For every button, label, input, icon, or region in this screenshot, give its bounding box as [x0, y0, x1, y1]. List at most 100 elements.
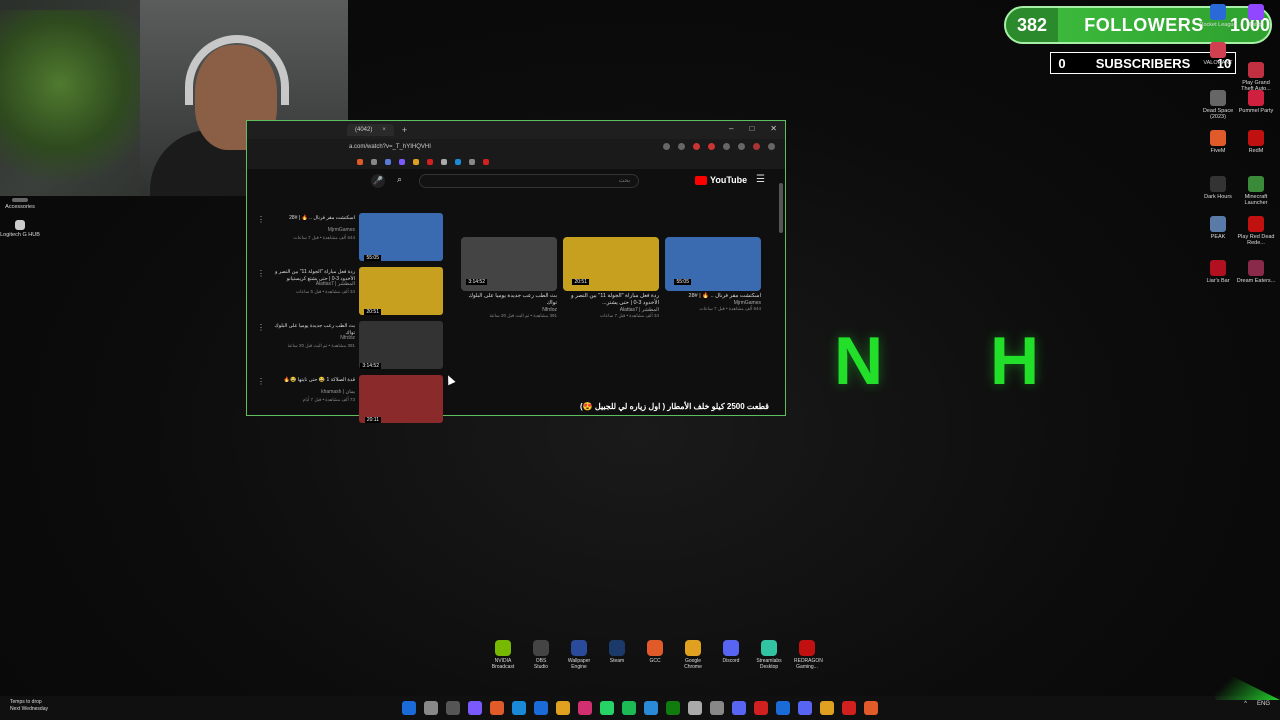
dock-item-discord[interactable]: Discord: [718, 640, 744, 670]
desktop-icon-pummel-party[interactable]: Pummel Party: [1236, 90, 1276, 114]
desktop-icon-fivem[interactable]: FiveM: [1198, 130, 1238, 154]
hamburger-menu-icon[interactable]: ☰: [756, 174, 765, 185]
kebab-menu-icon[interactable]: [768, 143, 775, 150]
video-title[interactable]: قدة الصلاكة 1 😂 حتى نايتها 😂🔥: [269, 377, 355, 384]
video-card[interactable]: 3:14:52 بث الطب رعب جديدة يوميا على البلو…: [461, 237, 557, 319]
microphone-icon[interactable]: 🎤: [371, 174, 385, 188]
desktop-icon-dead-space[interactable]: Dead Space (2023): [1198, 90, 1238, 120]
desktop-icon-valorant[interactable]: VALORANT: [1198, 42, 1238, 66]
desktop-icon-rdr[interactable]: Play Red Dead Rede...: [1236, 216, 1276, 246]
desktop-icon-gta[interactable]: Play Grand Theft Auto...: [1236, 62, 1276, 92]
taskbar-app-icon[interactable]: [490, 701, 504, 715]
taskbar-app-icon[interactable]: [732, 701, 746, 715]
bookmark-icon[interactable]: [385, 159, 391, 165]
video-thumbnail[interactable]: [359, 213, 443, 261]
browser-window[interactable]: (4042) × + – □ ✕ a.com/watch?v=_T_hYIHQV…: [246, 120, 786, 423]
bookmark-icon[interactable]: [371, 159, 377, 165]
recommended-video-item[interactable]: ⋮ 20:51 ردة فعل مباراة "الجولة 11" بين الن…: [253, 267, 443, 321]
taskbar-app-icon[interactable]: [468, 701, 482, 715]
more-options-icon[interactable]: ⋮: [257, 269, 265, 278]
desktop-icon-peak[interactable]: PEAK: [1198, 216, 1238, 240]
extension-icon[interactable]: [663, 143, 670, 150]
bookmark-icon[interactable]: [469, 159, 475, 165]
desktop-icon-logitech[interactable]: Logitech G HUB: [0, 220, 40, 238]
youtube-logo[interactable]: YouTube: [695, 175, 747, 185]
url-text[interactable]: a.com/watch?v=_T_hYIHQVHI: [349, 144, 431, 150]
desktop-icon-twitch[interactable]: Twitch: [1236, 4, 1276, 28]
desktop-icon-rocket-league[interactable]: Rocket League: [1198, 4, 1238, 28]
current-video-title[interactable]: قطعت 2500 كيلو خلف الأمطار ( اول زياره ل…: [580, 402, 769, 411]
dock-item-streamlabs[interactable]: Streamlabs Desktop: [756, 640, 782, 670]
more-options-icon[interactable]: ⋮: [257, 377, 265, 386]
minimize-icon[interactable]: –: [729, 124, 733, 133]
bookmark-icon[interactable]: [357, 159, 363, 165]
taskbar-app-icon[interactable]: [820, 701, 834, 715]
maximize-icon[interactable]: □: [749, 124, 754, 133]
address-bar[interactable]: a.com/watch?v=_T_hYIHQVHI: [247, 139, 785, 155]
desktop-icon-dark-hours[interactable]: Dark Hours: [1198, 176, 1238, 200]
video-title[interactable]: ردة فعل مباراة "الجولة 11" بين النصر و ا…: [563, 293, 659, 307]
extension-icon[interactable]: [708, 143, 715, 150]
video-title[interactable]: بث الطب رعب جديدة يوميا على البلوك تواك: [461, 293, 557, 307]
close-tab-icon[interactable]: ×: [382, 127, 386, 133]
more-options-icon[interactable]: ⋮: [257, 323, 265, 332]
dock-item-wallpaper-engine[interactable]: Wallpaper Engine: [566, 640, 592, 670]
taskbar-app-icon[interactable]: [446, 701, 460, 715]
dock-item-redragon[interactable]: REDRAGON Gaming...: [794, 640, 823, 670]
dock-item-nvidia[interactable]: NVIDIA Broadcast: [490, 640, 516, 670]
extension-icon[interactable]: [693, 143, 700, 150]
taskbar-app-icon[interactable]: [512, 701, 526, 715]
chevron-up-icon[interactable]: ^: [1244, 701, 1247, 707]
bookmark-icon[interactable]: [413, 159, 419, 165]
taskbar-app-icon[interactable]: [688, 701, 702, 715]
taskbar-app-icon[interactable]: [798, 701, 812, 715]
extension-icon[interactable]: [723, 143, 730, 150]
bookmark-icon[interactable]: [483, 159, 489, 165]
taskbar-app-icon[interactable]: [842, 701, 856, 715]
channel-name[interactable]: khamash | يمان: [269, 389, 355, 395]
taskbar-app-icon[interactable]: [666, 701, 680, 715]
desktop-icon-dream-eaters[interactable]: Dream Eaters...: [1236, 260, 1276, 284]
video-card[interactable]: 55:05 اسكتشت مقر فرنال .. 🔥 | #28 MjrmGame…: [665, 237, 761, 312]
bookmark-icon[interactable]: [441, 159, 447, 165]
bookmark-icon[interactable]: [399, 159, 405, 165]
taskbar-app-icon[interactable]: [754, 701, 768, 715]
puzzle-icon[interactable]: [738, 143, 745, 150]
channel-name[interactable]: Alattas7 | المطشر: [269, 281, 355, 287]
video-thumbnail[interactable]: [359, 267, 443, 315]
dock-item-gcc[interactable]: GCC: [642, 640, 668, 670]
desktop-icon-minecraft[interactable]: Minecraft Launcher: [1236, 176, 1276, 206]
youtube-search-input[interactable]: بحث: [419, 174, 639, 188]
taskbar-app-icon[interactable]: [402, 701, 416, 715]
desktop-icon-liars-bar[interactable]: Liar's Bar: [1198, 260, 1238, 284]
desktop-icon-accessories[interactable]: Accessories: [0, 198, 40, 210]
taskbar-app-icon[interactable]: [776, 701, 790, 715]
profile-icon[interactable]: [753, 143, 760, 150]
weather-widget[interactable]: Temps to drop Next Wednesday: [10, 699, 48, 712]
taskbar-app-icon[interactable]: [710, 701, 724, 715]
taskbar-app-icon[interactable]: [864, 701, 878, 715]
video-title[interactable]: اسكتشت مقر فرنال .. 🔥 | #28: [269, 215, 355, 222]
recommended-video-item[interactable]: ⋮ 3:14:52 بث الطب رعب جديدة يوميا على البل…: [253, 321, 443, 375]
star-icon[interactable]: [678, 143, 685, 150]
channel-name[interactable]: MjrmGames: [269, 227, 355, 233]
bookmark-icon[interactable]: [427, 159, 433, 165]
search-icon[interactable]: ⌕: [397, 174, 411, 188]
video-thumbnail[interactable]: [359, 375, 443, 423]
more-options-icon[interactable]: ⋮: [257, 215, 265, 224]
video-card[interactable]: 20:51 ردة فعل مباراة "الجولة 11" بين النص…: [563, 237, 659, 319]
language-indicator[interactable]: ENG: [1257, 701, 1270, 707]
taskbar-app-icon[interactable]: [534, 701, 548, 715]
channel-name[interactable]: Nfrdoz: [269, 335, 355, 341]
new-tab-button[interactable]: +: [402, 125, 407, 135]
close-window-icon[interactable]: ✕: [770, 124, 777, 133]
dock-item-chrome[interactable]: Google Chrome: [680, 640, 706, 670]
bookmark-icon[interactable]: [455, 159, 461, 165]
recommended-video-item[interactable]: ⋮ 20:11 قدة الصلاكة 1 😂 حتى نايتها 😂🔥 khama…: [253, 375, 443, 429]
taskbar-app-icon[interactable]: [556, 701, 570, 715]
scrollbar[interactable]: [779, 183, 783, 233]
dock-item-obs[interactable]: OBS Studio: [528, 640, 554, 670]
video-title[interactable]: اسكتشت مقر فرنال .. 🔥 | #28: [665, 293, 761, 300]
taskbar-app-icon[interactable]: [578, 701, 592, 715]
dock-item-steam[interactable]: Steam: [604, 640, 630, 670]
